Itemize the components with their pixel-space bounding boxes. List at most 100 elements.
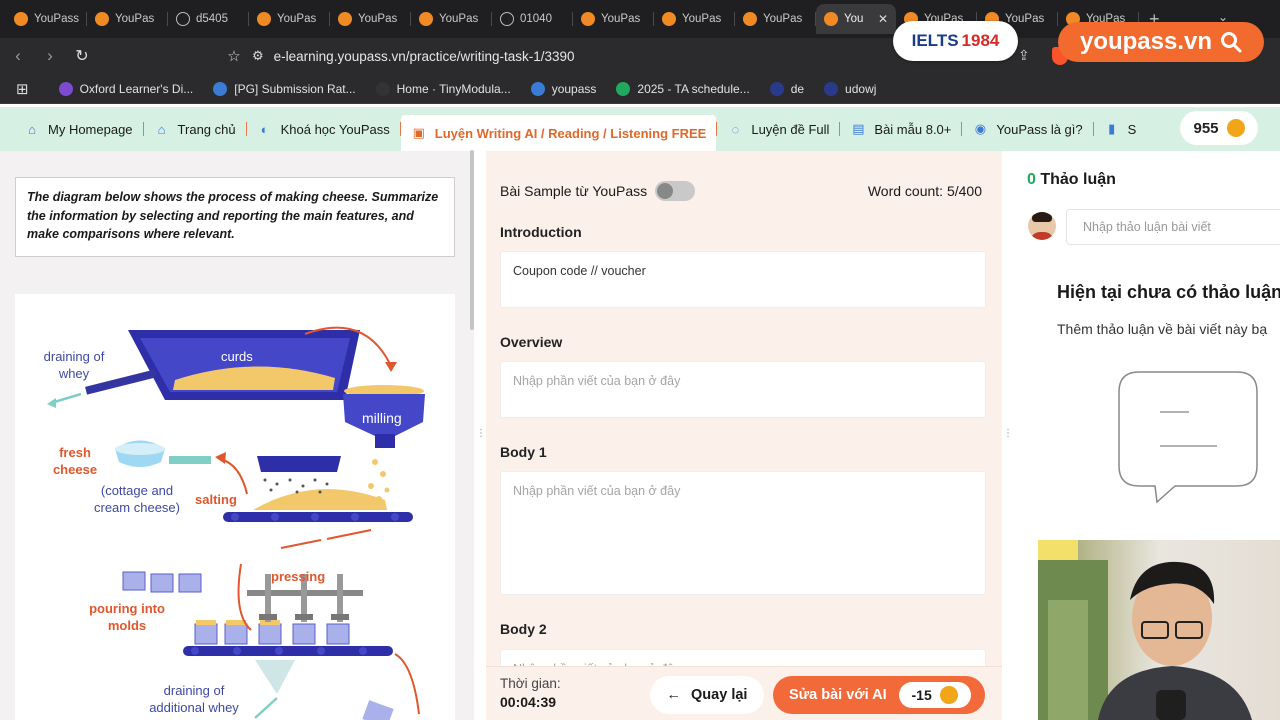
body-2-input[interactable]: Nhập phần viết của bạn ở đây xyxy=(500,649,986,666)
bookmark-item[interactable]: [PG] Submission Rat... xyxy=(213,81,356,96)
home-icon: ⌂ xyxy=(157,121,166,137)
section-title-body-2: Body 2 xyxy=(500,621,547,637)
diagram-label-salting: salting xyxy=(195,492,237,507)
browser-tab[interactable]: YouPas xyxy=(735,4,816,34)
browser-tab-label: YouPass xyxy=(34,13,79,25)
browser-tab[interactable]: YouPas xyxy=(249,4,330,34)
bookmark-favicon-icon xyxy=(213,81,228,96)
coin-icon xyxy=(1226,119,1245,137)
search-icon xyxy=(1221,32,1242,53)
bookmark-label: Oxford Learner's Di... xyxy=(79,81,194,96)
forward-arrow-icon[interactable]: › xyxy=(36,46,64,66)
browser-tab-label: YouPas xyxy=(358,13,398,25)
bookmark-item[interactable]: Home · TinyModula... xyxy=(375,81,511,96)
site-nav-item[interactable]: ⌂ Trang chủ xyxy=(144,113,246,145)
monitor-icon: ▣ xyxy=(412,125,425,140)
browser-tab-label: YouPas xyxy=(601,13,641,25)
ai-correct-button[interactable]: Sửa bài với AI -15 xyxy=(773,676,985,714)
timer-value: 00:04:39 xyxy=(500,694,557,710)
browser-tab[interactable]: YouPas xyxy=(573,4,654,34)
sample-toggle[interactable] xyxy=(655,181,696,201)
section-title-body-1: Body 1 xyxy=(500,444,547,460)
site-nav-item[interactable]: ⌂ My Homepage xyxy=(14,113,143,145)
bookmark-item[interactable]: de xyxy=(769,81,805,96)
bookmark-label: 2025 - TA schedule... xyxy=(637,81,750,96)
bookmark-label: udowj xyxy=(845,81,877,96)
site-nav-label: Luyện Writing AI / Reading / Listening F… xyxy=(434,125,707,141)
youpass-icon xyxy=(257,12,271,26)
close-tab-icon[interactable]: ✕ xyxy=(878,12,888,26)
site-nav-item[interactable]: ◌ Luyện đề Full xyxy=(717,113,839,145)
browser-tab[interactable]: YouPas xyxy=(654,4,735,34)
bookmark-favicon-icon xyxy=(824,81,839,96)
browser-tab[interactable]: YouPas xyxy=(330,4,411,34)
bookmark-item[interactable]: 2025 - TA schedule... xyxy=(616,81,750,96)
site-navigation: ⌂ My Homepage ⌂ Trang chủ ◐ Khoá học YouPass ▣… xyxy=(0,107,1280,151)
site-info-icon[interactable]: ⚙ xyxy=(252,48,264,64)
apps-grid-icon[interactable]: ⊞ xyxy=(16,80,39,98)
discussion-title: Thảo luận xyxy=(1040,171,1116,188)
youpass-brand-text: youpass.vn xyxy=(1079,28,1213,55)
sample-toggle-row: Bài Sample từ YouPass xyxy=(500,181,696,201)
browser-tab[interactable]: You ✕ xyxy=(816,4,896,34)
bookmark-star-icon[interactable]: ☆ xyxy=(224,47,244,65)
browser-tab[interactable]: d5405 xyxy=(168,4,249,34)
discussion-input[interactable]: Nhập thảo luận bài viết xyxy=(1066,209,1280,245)
site-nav-label: Trang chủ xyxy=(177,121,236,137)
share-icon[interactable]: ⇪ xyxy=(1018,47,1030,64)
task-prompt: The diagram below shows the process of m… xyxy=(15,177,455,257)
reload-icon[interactable]: ↻ xyxy=(68,46,96,66)
bookmark-item[interactable]: youpass xyxy=(530,81,596,96)
bookmarks-bar: ⊞ Oxford Learner's Di... [PG] Submission … xyxy=(0,74,1280,104)
browser-tab[interactable]: YouPass xyxy=(6,4,87,34)
discussion-count: 0 xyxy=(1027,171,1036,188)
diagram-label-pressing: pressing xyxy=(271,569,326,584)
bookmark-label: de xyxy=(790,81,805,96)
timer-label: Thời gian: xyxy=(500,676,561,691)
webcam-overlay xyxy=(1038,540,1280,720)
site-nav-item[interactable]: ▤ Bài mẫu 8.0+ xyxy=(840,113,961,145)
task-panel-scrollbar[interactable] xyxy=(470,150,474,330)
youpass-icon xyxy=(662,12,676,26)
site-nav-item[interactable]: ▣ Luyện Writing AI / Reading / Listening … xyxy=(400,115,717,151)
url-field[interactable]: ⚙ e-learning.youpass.vn/practice/writing… xyxy=(252,42,872,70)
ielts-year-text: 1984 xyxy=(961,31,1000,50)
editor-footer: Thời gian: 00:04:39 ← Quay lại Sửa bài v… xyxy=(486,666,1002,720)
discussion-header: 0 Thảo luận xyxy=(1027,171,1116,189)
browser-tab[interactable]: 01040 xyxy=(492,4,573,34)
site-nav-label: YouPass là gì? xyxy=(996,121,1083,137)
diagram-label-draining-whey: draining of whey xyxy=(43,349,105,381)
points-badge[interactable]: 955 xyxy=(1180,111,1258,145)
browser-tab[interactable]: YouPas xyxy=(411,4,492,34)
site-nav-item[interactable]: ◉ YouPass là gì? xyxy=(962,113,1092,145)
chat-bubble-icon xyxy=(1118,371,1258,504)
bookmark-list: Oxford Learner's Di... [PG] Submission Ra… xyxy=(58,81,897,96)
swirl-icon: ◌ xyxy=(731,121,740,137)
browser-tab-label: YouPas xyxy=(1005,13,1045,25)
site-nav-label: Luyện đề Full xyxy=(751,121,830,137)
youpass-icon xyxy=(743,12,757,26)
diagram-label-pouring: pouring into molds xyxy=(89,601,165,633)
site-nav-label: Bài mẫu 8.0+ xyxy=(874,121,952,137)
overview-input[interactable]: Nhập phần viết của bạn ở đây xyxy=(500,361,986,418)
site-nav-label: My Homepage xyxy=(48,121,133,137)
back-button[interactable]: ← Quay lại xyxy=(650,676,764,714)
task-panel: The diagram below shows the process of m… xyxy=(0,151,474,720)
resize-handle-left[interactable]: ⋮ xyxy=(476,428,486,439)
document-icon: ▤ xyxy=(852,121,865,136)
back-arrow-icon[interactable]: ‹ xyxy=(4,46,32,66)
browser-tab-label: d5405 xyxy=(196,13,228,25)
browser-tab[interactable]: YouPas xyxy=(87,4,168,34)
empty-state-subtitle: Thêm thảo luận về bài viết này bạ xyxy=(1057,321,1268,337)
coin-icon xyxy=(939,686,958,704)
browser-tab-label: You xyxy=(844,13,864,25)
url-text: e-learning.youpass.vn/practice/writing-t… xyxy=(273,48,575,64)
browser-tab-label: YouPas xyxy=(115,13,155,25)
body-1-input[interactable]: Nhập phần viết của bạn ở đây xyxy=(500,471,986,595)
bookmark-item[interactable]: udowj xyxy=(824,81,877,96)
site-nav-item[interactable]: ◐ Khoá học YouPass xyxy=(247,113,400,145)
introduction-input[interactable]: Coupon code // voucher xyxy=(500,251,986,308)
site-nav-item[interactable]: ▮ S xyxy=(1094,113,1147,145)
diagram-label-curds: curds xyxy=(221,349,253,364)
bookmark-item[interactable]: Oxford Learner's Di... xyxy=(58,81,194,96)
